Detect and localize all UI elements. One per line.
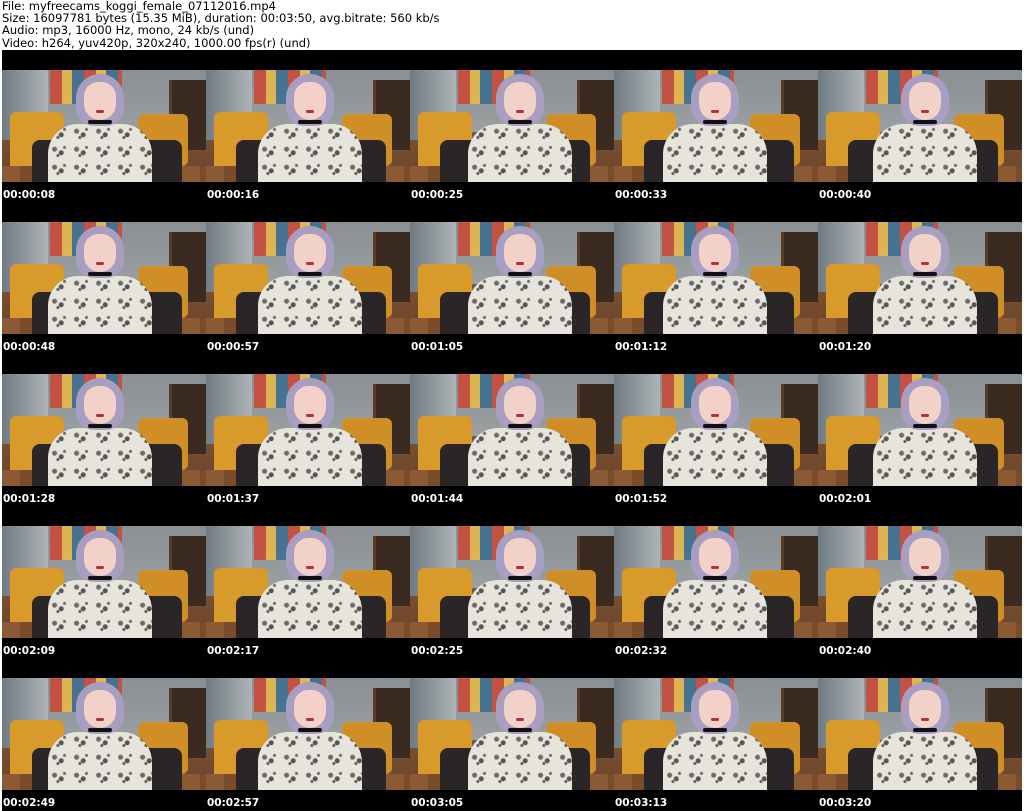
timestamp-label: 00:01:44 (411, 493, 464, 505)
thumbnail-cell: 00:02:40 (818, 506, 1022, 658)
thumbnail-cell: 00:02:32 (614, 506, 818, 658)
thumbnail-cell: 00:01:12 (614, 202, 818, 354)
thumbnail-cell: 00:03:05 (410, 658, 614, 810)
thumbnail-cell: 00:02:49 (2, 658, 206, 810)
video-frame-image (206, 374, 410, 486)
thumbnail-cell: 00:02:01 (818, 354, 1022, 506)
video-frame-image (614, 678, 818, 790)
thumbnail-cell: 00:03:20 (818, 658, 1022, 810)
video-frame-image (410, 526, 614, 638)
timestamp-label: 00:02:57 (207, 797, 260, 809)
video-frame-image (206, 678, 410, 790)
video-frame-image (818, 222, 1022, 334)
video-frame-image (410, 70, 614, 182)
thumbnail-cell: 00:02:25 (410, 506, 614, 658)
video-frame-image (410, 374, 614, 486)
thumbnail-cell: 00:02:57 (206, 658, 410, 810)
thumbnail-cell: 00:01:05 (410, 202, 614, 354)
thumbnail-cell: 00:01:44 (410, 354, 614, 506)
timestamp-label: 00:01:05 (411, 341, 464, 353)
timestamp-label: 00:02:25 (411, 645, 464, 657)
video-frame-image (818, 678, 1022, 790)
thumbnail-cell: 00:00:40 (818, 50, 1022, 202)
thumbnail-cell: 00:02:09 (2, 506, 206, 658)
timestamp-label: 00:02:49 (3, 797, 56, 809)
timestamp-label: 00:03:05 (411, 797, 464, 809)
video-frame-image (818, 70, 1022, 182)
video-frame-image (410, 222, 614, 334)
thumbnail-cell: 00:01:28 (2, 354, 206, 506)
timestamp-label: 00:01:37 (207, 493, 260, 505)
video-frame-image (2, 526, 206, 638)
timestamp-label: 00:01:20 (819, 341, 872, 353)
thumbnail-cell: 00:01:52 (614, 354, 818, 506)
thumbnail-cell: 00:00:57 (206, 202, 410, 354)
video-frame-image (2, 374, 206, 486)
timestamp-label: 00:00:57 (207, 341, 260, 353)
thumbnail-cell: 00:00:08 (2, 50, 206, 202)
video-frame-image (818, 526, 1022, 638)
video-frame-image (206, 526, 410, 638)
timestamp-label: 00:01:52 (615, 493, 668, 505)
video-frame-image (614, 70, 818, 182)
video-frame-image (614, 526, 818, 638)
timestamp-label: 00:02:09 (3, 645, 56, 657)
video-frame-image (206, 70, 410, 182)
thumbnail-grid: 00:00:08 00:00:16 00:00:25 00:00:33 00:00:40… (2, 50, 1022, 811)
video-frame-image (2, 678, 206, 790)
video-info-line: Video: h264, yuv420p, 320x240, 1000.00 f… (2, 35, 311, 50)
timestamp-label: 00:03:13 (615, 797, 668, 809)
video-frame-image (206, 222, 410, 334)
audio-info-line: Audio: mp3, 16000 Hz, mono, 24 kb/s (und… (2, 23, 255, 38)
timestamp-label: 00:01:12 (615, 341, 668, 353)
thumbnail-cell: 00:00:16 (206, 50, 410, 202)
video-frame-image (818, 374, 1022, 486)
timestamp-label: 00:00:48 (3, 341, 56, 353)
video-frame-image (614, 222, 818, 334)
timestamp-label: 00:02:32 (615, 645, 668, 657)
thumbnail-cell: 00:00:33 (614, 50, 818, 202)
video-frame-image (2, 70, 206, 182)
thumbnail-cell: 00:00:25 (410, 50, 614, 202)
timestamp-label: 00:03:20 (819, 797, 872, 809)
timestamp-label: 00:02:01 (819, 493, 872, 505)
timestamp-label: 00:00:08 (3, 189, 56, 201)
thumbnail-cell: 00:03:13 (614, 658, 818, 810)
thumbnail-cell: 00:02:17 (206, 506, 410, 658)
timestamp-label: 00:01:28 (3, 493, 56, 505)
video-frame-image (614, 374, 818, 486)
timestamp-label: 00:00:33 (615, 189, 668, 201)
video-frame-image (410, 678, 614, 790)
timestamp-label: 00:00:40 (819, 189, 872, 201)
timestamp-label: 00:00:16 (207, 189, 260, 201)
timestamp-label: 00:02:40 (819, 645, 872, 657)
video-frame-image (2, 222, 206, 334)
thumbnail-cell: 00:01:20 (818, 202, 1022, 354)
timestamp-label: 00:02:17 (207, 645, 260, 657)
thumbnail-cell: 00:01:37 (206, 354, 410, 506)
file-info-header: File: myfreecams_koggi_female_07112016.m… (2, 0, 1022, 50)
timestamp-label: 00:00:25 (411, 189, 464, 201)
thumbnail-cell: 00:00:48 (2, 202, 206, 354)
